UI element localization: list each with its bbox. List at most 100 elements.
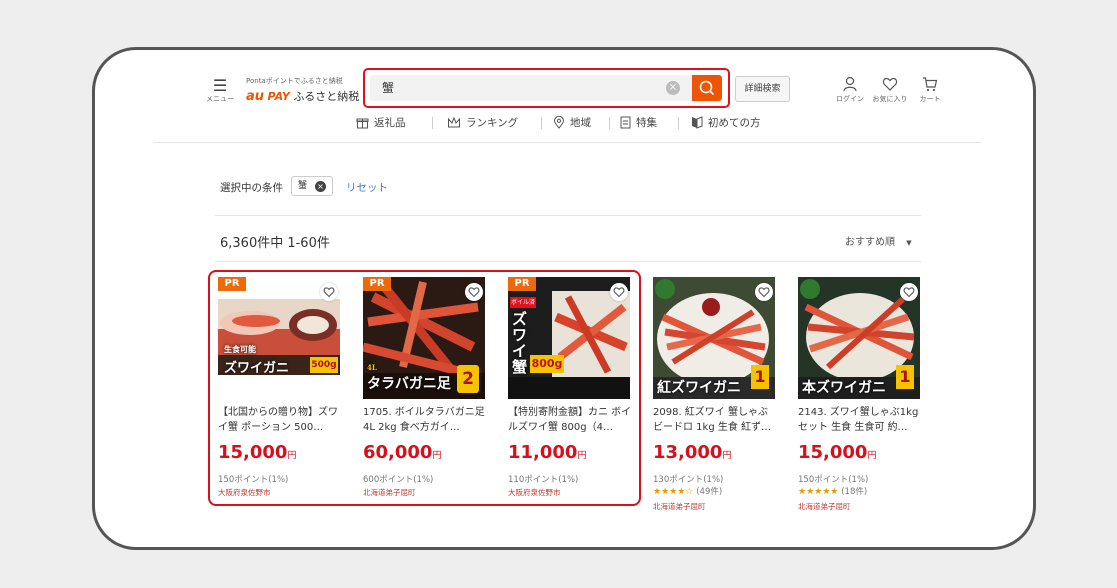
star-icons: ★★★★☆	[653, 487, 694, 497]
image-badge: 800g	[530, 355, 564, 373]
image-title: ズワイガニ	[224, 361, 290, 376]
document-icon	[620, 116, 631, 129]
login-button[interactable]: ログイン	[829, 76, 871, 104]
browser-frame: ☰ メニュー Pontaポイントでふるさと納税 au PAY ふるさと納税 蟹 …	[92, 47, 1036, 550]
product-location[interactable]: 北海道弟子屈町	[363, 487, 416, 498]
image-badge: 2	[457, 365, 479, 393]
product-image[interactable]: ボイル済 ズワイ蟹 800g PR	[508, 277, 630, 399]
search-input[interactable]: 蟹	[370, 75, 694, 101]
price-value: 15,000	[798, 442, 868, 463]
product-title[interactable]: 【北国からの贈り物】ズワイ蟹 ポーション 500…	[218, 405, 342, 435]
cart-icon	[923, 77, 938, 92]
product-image[interactable]: 生食可能 ズワイガニ 500g PR	[218, 277, 340, 399]
header-divider	[153, 142, 981, 143]
product-location[interactable]: 大阪府泉佐野市	[218, 487, 271, 498]
nav-item-ranking[interactable]: ランキング	[447, 115, 518, 130]
sort-select[interactable]: おすすめ順 ▼	[845, 233, 912, 248]
cart-button[interactable]: カート	[909, 76, 951, 104]
product-title[interactable]: 2098. 紅ズワイ 蟹しゃぶ ビードロ 1kg 生食 紅ず…	[653, 405, 777, 435]
product-points: 600ポイント(1%)	[363, 475, 434, 485]
image-badge: 1	[896, 365, 914, 389]
image-title: タラバガニ足	[367, 376, 451, 392]
review-count[interactable]: (49件)	[696, 487, 722, 497]
logo-main: au PAY ふるさと納税	[246, 88, 360, 104]
logo-pay: PAY	[267, 90, 290, 103]
nav-item-region[interactable]: 地域	[553, 115, 591, 130]
hamburger-icon: ☰	[212, 76, 228, 95]
product-points: 150ポイント(1%)	[798, 475, 869, 485]
nav-item-beginners[interactable]: 初めての方	[691, 115, 761, 130]
reset-link[interactable]: リセット	[346, 180, 388, 195]
price-unit: 円	[432, 451, 442, 461]
price-unit: 円	[867, 451, 877, 461]
heart-icon	[882, 77, 898, 91]
image-badge: 1	[751, 365, 769, 389]
selected-conditions-label: 選択中の条件	[220, 182, 283, 194]
product-price: 15,000円	[798, 442, 876, 463]
review-count[interactable]: (18件)	[841, 487, 867, 497]
image-caption: 4L	[367, 363, 377, 372]
favorite-button[interactable]	[755, 283, 773, 301]
product-image[interactable]: 本ズワイガニ 1	[798, 277, 920, 399]
results-divider	[215, 261, 921, 262]
nav-label-region: 地域	[570, 117, 591, 129]
product-title[interactable]: 1705. ボイルタラバガニ足 4L 2kg 食べ方ガイ…	[363, 405, 487, 435]
nav-divider	[678, 117, 679, 129]
product-image[interactable]: 紅ズワイガニ 1	[653, 277, 775, 399]
nav-label-ranking: ランキング	[466, 117, 519, 129]
price-value: 60,000	[363, 442, 433, 463]
product-price: 60,000円	[363, 442, 441, 463]
login-label: ログイン	[836, 95, 864, 103]
detail-search-button[interactable]: 詳細検索	[735, 76, 790, 102]
heart-icon	[323, 287, 335, 298]
rating-stars: ★★★★★ (18件)	[798, 485, 867, 497]
condition-chip-label: 蟹	[298, 181, 308, 191]
product-price: 11,000円	[508, 442, 586, 463]
clear-icon[interactable]: ×	[666, 81, 680, 95]
gift-icon	[356, 118, 369, 129]
crown-icon	[448, 116, 460, 128]
image-title: 紅ズワイガニ	[657, 380, 741, 396]
menu-button[interactable]: ☰ メニュー	[203, 78, 237, 112]
rating-stars: ★★★★☆ (49件)	[653, 485, 722, 497]
favorites-label: お気に入り	[872, 95, 908, 103]
product-price: 15,000円	[218, 442, 296, 463]
cart-label: カート	[919, 95, 941, 103]
product-points: 150ポイント(1%)	[218, 475, 289, 485]
favorite-button[interactable]	[610, 283, 628, 301]
product-title[interactable]: 2143. ズワイ蟹しゃぶ1kgセット 生食 生食可 約…	[798, 405, 922, 435]
condition-chip[interactable]: 蟹 ×	[291, 176, 333, 196]
price-value: 11,000	[508, 442, 578, 463]
product-points: 110ポイント(1%)	[508, 475, 579, 485]
nav-item-feature[interactable]: 特集	[620, 115, 657, 130]
search-icon	[699, 80, 714, 95]
search-button[interactable]	[692, 75, 722, 101]
logo-text: ふるさと納税	[293, 90, 360, 103]
category-nav: 返礼品 ランキング 地域 特集 初めての方	[353, 115, 783, 133]
remove-condition-icon[interactable]: ×	[315, 181, 326, 192]
product-title[interactable]: 【特別寄附金額】カニ ボイルズワイ蟹 800g（4…	[508, 405, 632, 435]
nav-divider	[541, 117, 542, 129]
favorite-button[interactable]	[465, 283, 483, 301]
product-location[interactable]: 北海道弟子屈町	[798, 501, 851, 512]
favorite-button[interactable]	[900, 283, 918, 301]
image-title: 本ズワイガニ	[802, 380, 886, 396]
logo-au: au	[246, 89, 265, 104]
product-image[interactable]: 4L タラバガニ足 2 PR	[363, 277, 485, 399]
conditions-divider	[215, 215, 921, 216]
product-price: 13,000円	[653, 442, 731, 463]
heart-icon	[758, 287, 770, 298]
user-icon	[843, 76, 857, 92]
product-location[interactable]: 北海道弟子屈町	[653, 501, 706, 512]
site-logo[interactable]: Pontaポイントでふるさと納税 au PAY ふるさと納税	[246, 76, 360, 104]
logo-subtitle: Pontaポイントでふるさと納税	[246, 77, 343, 85]
favorite-button[interactable]	[320, 283, 338, 301]
beginner-mark-icon	[692, 116, 703, 129]
nav-label-beginners: 初めての方	[708, 117, 761, 129]
favorites-button[interactable]: お気に入り	[869, 76, 911, 104]
price-unit: 円	[577, 451, 587, 461]
image-badge: 500g	[310, 357, 338, 373]
price-value: 15,000	[218, 442, 288, 463]
product-location[interactable]: 大阪府泉佐野市	[508, 487, 561, 498]
nav-item-gifts[interactable]: 返礼品	[356, 115, 406, 130]
